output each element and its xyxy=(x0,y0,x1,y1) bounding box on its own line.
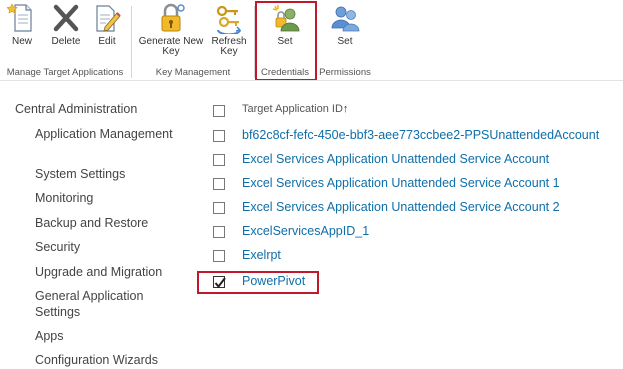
set-credentials-label: Set xyxy=(277,36,293,47)
target-application-link[interactable]: bf62c8cf-fefc-450e-bbf3-aee773ccbee2-PPS… xyxy=(242,128,599,142)
keys-refresh-icon xyxy=(214,2,244,36)
nav-item-security[interactable]: Security xyxy=(35,239,185,255)
set-permissions-button[interactable]: Set xyxy=(328,2,362,47)
generate-new-key-button[interactable]: Generate New Key xyxy=(137,2,205,57)
group-label-permissions: Permissions xyxy=(319,67,371,78)
row-checkbox-checked[interactable] xyxy=(213,276,226,289)
list-row-selected: PowerPivot xyxy=(205,273,610,293)
column-header-target-application-id[interactable]: Target Application ID↑ xyxy=(242,103,348,115)
row-checkbox[interactable] xyxy=(213,250,225,262)
list-row: Excel Services Application Unattended Se… xyxy=(205,199,610,219)
row-checkbox[interactable] xyxy=(213,178,225,190)
select-all-checkbox[interactable] xyxy=(213,105,225,117)
ribbon-group-separator xyxy=(254,6,255,78)
list-row: Excel Services Application Unattended Se… xyxy=(205,175,610,195)
list-row: Exelrpt xyxy=(205,247,610,267)
nav-item-application-management[interactable]: Application Management xyxy=(35,126,185,142)
refresh-key-button[interactable]: Refresh Key xyxy=(209,2,249,57)
nav-item-monitoring[interactable]: Monitoring xyxy=(35,190,185,206)
ribbon: New Delete Edit Generate New Key Refresh… xyxy=(0,0,623,82)
row-checkbox[interactable] xyxy=(213,130,225,142)
delete-x-icon xyxy=(51,2,81,34)
new-button[interactable]: New xyxy=(6,2,38,47)
new-document-icon xyxy=(6,2,37,34)
lock-keys-icon xyxy=(156,2,186,34)
list-row: ExcelServicesAppID_1 xyxy=(205,223,610,243)
nav-item-general-application-settings[interactable]: General Application Settings xyxy=(35,288,185,320)
list-row: bf62c8cf-fefc-450e-bbf3-aee773ccbee2-PPS… xyxy=(205,127,610,147)
list-header-row: Target Application ID↑ xyxy=(205,102,610,122)
edit-document-icon xyxy=(92,2,122,34)
target-application-link[interactable]: Exelrpt xyxy=(242,248,281,262)
generate-new-key-label-line2: Key xyxy=(162,46,180,57)
group-label-key-management: Key Management xyxy=(155,67,231,78)
edit-label: Edit xyxy=(98,36,116,47)
checkmark-icon xyxy=(214,277,226,289)
user-credential-icon xyxy=(270,2,300,34)
nav-item-upgrade-and-migration[interactable]: Upgrade and Migration xyxy=(35,264,185,280)
target-application-link[interactable]: PowerPivot xyxy=(242,274,305,288)
row-checkbox[interactable] xyxy=(213,154,225,166)
nav-item-system-settings[interactable]: System Settings xyxy=(35,166,185,182)
group-label-manage: Manage Target Applications xyxy=(6,67,124,78)
row-checkbox[interactable] xyxy=(213,226,225,238)
target-application-link[interactable]: Excel Services Application Unattended Se… xyxy=(242,176,560,190)
target-application-link[interactable]: ExcelServicesAppID_1 xyxy=(242,224,369,238)
delete-label: Delete xyxy=(51,36,81,47)
edit-button[interactable]: Edit xyxy=(92,2,122,47)
refresh-key-label-line2: Key xyxy=(220,46,238,57)
set-credentials-button[interactable]: Set xyxy=(268,2,302,47)
set-permissions-label: Set xyxy=(337,36,353,47)
sort-ascending-icon: ↑ xyxy=(342,103,349,115)
nav-item-backup-and-restore[interactable]: Backup and Restore xyxy=(35,215,185,231)
nav-item-configuration-wizards[interactable]: Configuration Wizards xyxy=(35,352,185,368)
nav-heading-central-administration[interactable]: Central Administration xyxy=(15,102,137,116)
nav-item-apps[interactable]: Apps xyxy=(35,328,185,344)
group-label-credentials: Credentials xyxy=(260,67,310,78)
ribbon-divider xyxy=(0,80,623,81)
delete-button[interactable]: Delete xyxy=(47,2,85,47)
new-label: New xyxy=(11,36,32,47)
target-application-link[interactable]: Excel Services Application Unattended Se… xyxy=(242,200,560,214)
list-row: Excel Services Application Unattended Se… xyxy=(205,151,610,171)
users-permission-icon xyxy=(330,2,360,34)
target-application-link[interactable]: Excel Services Application Unattended Se… xyxy=(242,152,549,166)
ribbon-group-separator xyxy=(131,6,132,78)
row-checkbox[interactable] xyxy=(213,202,225,214)
column-header-label: Target Application ID xyxy=(242,103,343,115)
